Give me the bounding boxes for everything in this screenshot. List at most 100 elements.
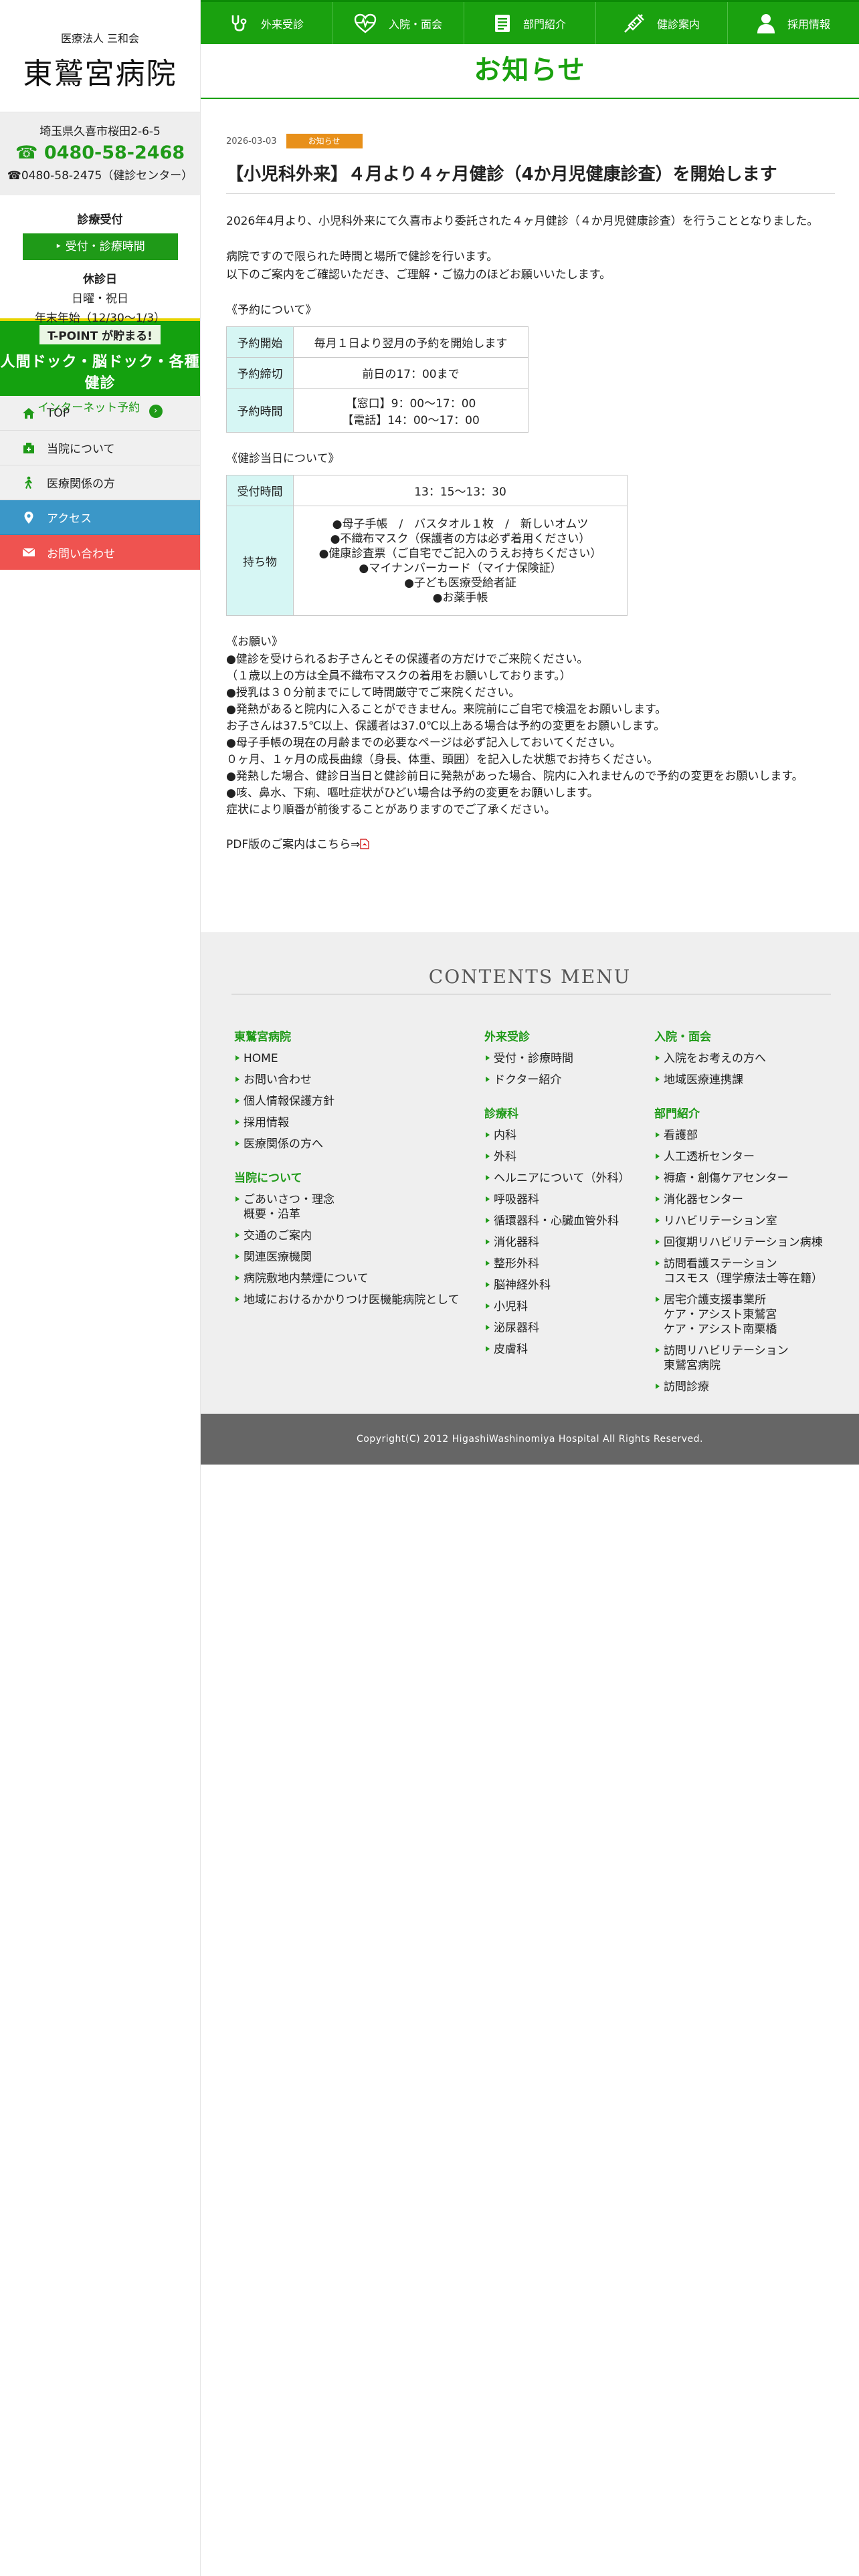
footer-link[interactable]: お問い合わせ [234, 1069, 462, 1091]
footer-link[interactable]: 医療関係の方へ [234, 1134, 462, 1155]
hours-section: 診療受付 ‣ 受付・診療時間 休診日 日曜・祝日 年末年始（12/30〜1/3） [0, 195, 200, 325]
pdf-link[interactable] [360, 837, 369, 855]
footer-link[interactable]: 採用情報 [234, 1112, 462, 1134]
table-cell: 【窓口】9：00〜17：00 【電話】14：00〜17：00 [293, 388, 529, 433]
sidenav-label: 当院について [47, 443, 115, 456]
footer-link[interactable]: 人工透析センター [654, 1146, 848, 1168]
footer-link[interactable]: 皮膚科 [484, 1339, 645, 1360]
footer-link[interactable]: 訪問診療 [654, 1376, 848, 1398]
topnav-checkup[interactable]: 健診案内 [596, 2, 728, 44]
mail-icon [21, 545, 36, 560]
table-cell: 前日の17：00まで [293, 357, 529, 389]
footer-link[interactable]: 循環器科・心臓血管外科 [484, 1210, 645, 1232]
sidenav-item-access[interactable]: アクセス [0, 500, 200, 535]
footer-col-outpatient: 外来受診 受付・診療時間 ドクター紹介 診療科 内科 外科 ヘルニアについて（外… [484, 1027, 645, 1360]
sidenav-item-about[interactable]: 当院について [0, 431, 200, 465]
reserve-time-line: 【窓口】9：00〜17：00 [345, 397, 476, 411]
hours-button[interactable]: ‣ 受付・診療時間 [22, 233, 178, 260]
person-walking-icon [21, 475, 36, 490]
topnav-recruit[interactable]: 採用情報 [728, 2, 859, 44]
article-paragraph: 病院ですので限られた時間と場所で健診を行います。 [226, 250, 498, 263]
footer-heading: 外来受診 [484, 1031, 530, 1044]
request-list: ●健診を受けられるお子さんとその保護者の方だけでご来院ください。 （１歳以上の方… [226, 651, 835, 819]
footer-link[interactable]: 居宅介護支援事業所 ケア・アシスト東鷲宮 ケア・アシスト南栗橋 [654, 1289, 848, 1340]
sidenav-item-contact[interactable]: お問い合わせ [0, 535, 200, 570]
pdf-link-line: PDF版のご案内はこちら⇒ [226, 836, 835, 855]
heartbeat-icon [354, 13, 377, 33]
footer-link[interactable]: 回復期リハビリテーション病棟 [654, 1232, 848, 1253]
reserve-time-line: 【電話】14：00〜17：00 [342, 413, 480, 427]
main-phone[interactable]: ☎ 0480-58-2468 [0, 142, 200, 163]
table-header-cell: 予約締切 [226, 357, 294, 389]
topnav-outpatient[interactable]: 外来受診 [201, 2, 332, 44]
topnav-inpatient[interactable]: 入院・面会 [332, 2, 464, 44]
footer-link[interactable]: 関連医療機関 [234, 1247, 462, 1268]
table-header-cell: 予約開始 [226, 326, 294, 358]
footer-link[interactable]: 泌尿器科 [484, 1317, 645, 1339]
page-title: お知らせ [474, 55, 586, 86]
page-title-bar: お知らせ [201, 44, 859, 99]
footer-link[interactable]: 消化器科 [484, 1232, 645, 1253]
footer-link[interactable]: 内科 [484, 1125, 645, 1146]
footer-link[interactable]: 褥瘡・創傷ケアセンター [654, 1168, 848, 1189]
footer-link[interactable]: 受付・診療時間 [484, 1048, 645, 1069]
table-cell: ●母子手帳 / バスタオル１枚 / 新しいオムツ ●不織布マスク（保護者の方は必… [293, 506, 628, 616]
footer-link[interactable]: 病院敷地内禁煙について [234, 1268, 462, 1289]
category-badge: お知らせ [286, 134, 363, 148]
table-cell: 13：15〜13：30 [293, 475, 628, 506]
table-header-cell: 予約時間 [226, 388, 294, 433]
footer-heading: 入院・面会 [654, 1031, 711, 1044]
tpoint-label: T-POINT が貯まる! [39, 325, 161, 344]
footer-link[interactable]: 小児科 [484, 1296, 645, 1317]
contact-info: 埼玉県久喜市桜田2-6-5 ☎ 0480-58-2468 ☎0480-58-24… [0, 112, 200, 195]
article-date: 2026-03-03 [226, 136, 277, 146]
news-article: 2026-03-03 お知らせ 【小児科外来】４月より４ヶ月健診（4か月児健康診… [226, 132, 835, 855]
footer-col-inpatient: 入院・面会 入院をお考えの方へ 地域医療連携課 部門紹介 看護部 人工透析センタ… [654, 1027, 848, 1398]
side-nav: TOP 当院について 医療関係の方 アクセス お問い合わせ [0, 396, 200, 570]
item-line: ●母子手帳 / バスタオル１枚 / 新しいオムツ [332, 517, 589, 531]
table-cell: 毎月１日より翌月の予約を開始します [293, 326, 529, 358]
footer-link[interactable]: リハビリテーション室 [654, 1210, 848, 1232]
sidenav-item-medical[interactable]: 医療関係の方 [0, 465, 200, 500]
hospital-name: 東鷲宮病院 [23, 57, 177, 91]
footer-link[interactable]: 入院をお考えの方へ [654, 1048, 848, 1069]
footer-link[interactable]: 訪問看護ステーション コスモス（理学療法士等在籍） [654, 1253, 848, 1289]
hospital-address: 埼玉県久喜市桜田2-6-5 [39, 125, 161, 138]
hospital-building-icon [21, 441, 36, 455]
footer-link[interactable]: 外科 [484, 1146, 645, 1168]
topnav-departments[interactable]: 部門紹介 [464, 2, 596, 44]
footer-link[interactable]: 呼吸器科 [484, 1189, 645, 1210]
footer-link[interactable]: 整形外科 [484, 1253, 645, 1275]
request-line: お子さんは37.5℃以上、保護者は37.0℃以上ある場合は予約の変更をお願いしま… [226, 720, 666, 733]
topnav-label: 健診案内 [656, 17, 700, 31]
tpoint-main-text: 人間ドック・脳ドック・各種健診 [0, 354, 200, 392]
topnav-label: 入院・面会 [388, 17, 442, 31]
copyright-text: Copyright(C) 2012 HigashiWashinomiya Hos… [356, 1434, 704, 1444]
footer-link[interactable]: 脳神経外科 [484, 1275, 645, 1296]
article-meta: 2026-03-03 お知らせ [226, 132, 835, 150]
tpoint-banner[interactable]: T-POINT が貯まる! 人間ドック・脳ドック・各種健診 インターネット予約 … [0, 318, 200, 418]
contents-menu: CONTENTS MENU 東鷲宮病院 HOME お問い合わせ 個人情報保護方針… [201, 932, 859, 1414]
top-nav: 外来受診 入院・面会 部門紹介 健診案内 採用情報 [201, 0, 859, 44]
checkup-phone[interactable]: ☎0480-58-2475（健診センター） [0, 166, 200, 183]
document-icon [494, 14, 510, 32]
footer-link[interactable]: ヘルニアについて（外科） [484, 1168, 645, 1189]
item-line: ●不織布マスク（保護者の方は必ず着用ください） [330, 532, 591, 546]
hospital-logo[interactable]: 医療法人 三和会 東鷲宮病院 [0, 0, 200, 112]
footer-link[interactable]: ごあいさつ・理念 概要・沿革 [234, 1189, 462, 1225]
topnav-label: 外来受診 [260, 17, 304, 31]
pdf-icon [360, 839, 369, 849]
footer-link[interactable]: 交通のご案内 [234, 1225, 462, 1247]
footer-link[interactable]: 個人情報保護方針 [234, 1091, 462, 1112]
request-line: ●発熱した場合、健診日当日と健診前日に発熱があった場合、院内に入れませんので予約… [226, 770, 803, 783]
sidenav-label: 医療関係の方 [47, 477, 115, 491]
footer-link[interactable]: 地域におけるかかりつけ医機能病院として [234, 1289, 462, 1311]
footer-link[interactable]: HOME [234, 1048, 462, 1069]
footer-link[interactable]: ドクター紹介 [484, 1069, 645, 1091]
footer-link[interactable]: 看護部 [654, 1125, 848, 1146]
footer-link[interactable]: 消化器センター [654, 1189, 848, 1210]
footer-link[interactable]: 訪問リハビリテーション 東鷲宮病院 [654, 1340, 848, 1376]
hospital-sub-name: 医療法人 三和会 [60, 32, 140, 45]
day-heading: 《健診当日について》 [226, 452, 340, 465]
footer-link[interactable]: 地域医療連携課 [654, 1069, 848, 1091]
